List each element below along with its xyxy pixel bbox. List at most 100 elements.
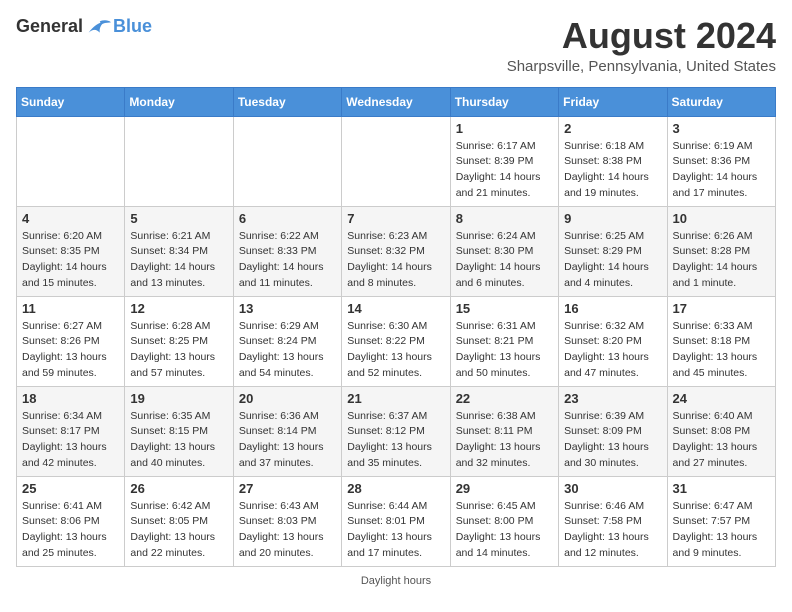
day-info: Sunrise: 6:23 AMSunset: 8:32 PMDaylight:…	[347, 229, 444, 292]
day-number: 31	[673, 481, 770, 496]
day-number: 5	[130, 211, 227, 226]
day-info: Sunrise: 6:18 AMSunset: 8:38 PMDaylight:…	[564, 139, 661, 202]
calendar-cell	[17, 116, 125, 206]
page-header: General Blue August 2024 Sharpsville, Pe…	[16, 16, 776, 75]
calendar-cell: 23 Sunrise: 6:39 AMSunset: 8:09 PMDayligh…	[559, 386, 667, 476]
day-info: Sunrise: 6:30 AMSunset: 8:22 PMDaylight:…	[347, 319, 444, 382]
calendar-cell: 22Sunrise: 6:38 AMSunset: 8:11 PMDayligh…	[450, 386, 558, 476]
day-number: 16	[564, 301, 661, 316]
calendar-cell: 17 Sunrise: 6:33 AMSunset: 8:18 PMDayligh…	[667, 296, 775, 386]
calendar-cell: 19Sunrise: 6:35 AMSunset: 8:15 PMDayligh…	[125, 386, 233, 476]
day-info: Sunrise: 6:17 AMSunset: 8:39 PMDaylight:…	[456, 139, 553, 202]
calendar-week-row: 1 Sunrise: 6:17 AMSunset: 8:39 PMDaylight…	[17, 116, 776, 206]
footer-text: Daylight hours	[361, 575, 431, 587]
calendar-cell: 30Sunrise: 6:46 AMSunset: 7:58 PMDayligh…	[559, 476, 667, 566]
day-info: Sunrise: 6:45 AMSunset: 8:00 PMDaylight:…	[456, 499, 553, 562]
calendar-cell: 29 Sunrise: 6:45 AMSunset: 8:00 PMDayligh…	[450, 476, 558, 566]
calendar-cell: 25Sunrise: 6:41 AMSunset: 8:06 PMDayligh…	[17, 476, 125, 566]
calendar-cell: 11Sunrise: 6:27 AMSunset: 8:26 PMDayligh…	[17, 296, 125, 386]
calendar-cell: 8 Sunrise: 6:24 AMSunset: 8:30 PMDaylight…	[450, 206, 558, 296]
day-info: Sunrise: 6:32 AMSunset: 8:20 PMDaylight:…	[564, 319, 661, 382]
footer: Daylight hours	[16, 575, 776, 587]
calendar-day-header: Wednesday	[342, 87, 450, 116]
day-number: 24	[673, 391, 770, 406]
calendar-day-header: Tuesday	[233, 87, 341, 116]
day-info: Sunrise: 6:44 AMSunset: 8:01 PMDaylight:…	[347, 499, 444, 562]
day-number: 23	[564, 391, 661, 406]
calendar-cell: 3Sunrise: 6:19 AMSunset: 8:36 PMDaylight…	[667, 116, 775, 206]
calendar-cell	[342, 116, 450, 206]
calendar-day-header: Saturday	[667, 87, 775, 116]
calendar-day-header: Sunday	[17, 87, 125, 116]
day-info: Sunrise: 6:40 AMSunset: 8:08 PMDaylight:…	[673, 409, 770, 472]
day-number: 21	[347, 391, 444, 406]
calendar-week-row: 11Sunrise: 6:27 AMSunset: 8:26 PMDayligh…	[17, 296, 776, 386]
day-number: 27	[239, 481, 336, 496]
day-number: 8	[456, 211, 553, 226]
day-number: 26	[130, 481, 227, 496]
day-info: Sunrise: 6:25 AMSunset: 8:29 PMDaylight:…	[564, 229, 661, 292]
calendar-cell: 16 Sunrise: 6:32 AMSunset: 8:20 PMDayligh…	[559, 296, 667, 386]
day-number: 29	[456, 481, 553, 496]
day-info: Sunrise: 6:28 AMSunset: 8:25 PMDaylight:…	[130, 319, 227, 382]
day-number: 2	[564, 121, 661, 136]
day-info: Sunrise: 6:47 AMSunset: 7:57 PMDaylight:…	[673, 499, 770, 562]
logo: General Blue	[16, 16, 152, 37]
day-info: Sunrise: 6:22 AMSunset: 8:33 PMDaylight:…	[239, 229, 336, 292]
day-info: Sunrise: 6:43 AMSunset: 8:03 PMDaylight:…	[239, 499, 336, 562]
location: Sharpsville, Pennsylvania, United States	[507, 58, 776, 75]
calendar-cell: 15Sunrise: 6:31 AMSunset: 8:21 PMDayligh…	[450, 296, 558, 386]
calendar-day-header: Monday	[125, 87, 233, 116]
day-info: Sunrise: 6:29 AMSunset: 8:24 PMDaylight:…	[239, 319, 336, 382]
day-number: 28	[347, 481, 444, 496]
day-number: 12	[130, 301, 227, 316]
title-section: August 2024 Sharpsville, Pennsylvania, U…	[507, 16, 776, 75]
day-info: Sunrise: 6:46 AMSunset: 7:58 PMDaylight:…	[564, 499, 661, 562]
logo-blue: Blue	[113, 16, 152, 37]
calendar-cell: 1 Sunrise: 6:17 AMSunset: 8:39 PMDaylight…	[450, 116, 558, 206]
day-number: 22	[456, 391, 553, 406]
calendar-cell: 5 Sunrise: 6:21 AMSunset: 8:34 PMDaylight…	[125, 206, 233, 296]
calendar-cell: 7 Sunrise: 6:23 AMSunset: 8:32 PMDaylight…	[342, 206, 450, 296]
calendar-cell: 20Sunrise: 6:36 AMSunset: 8:14 PMDayligh…	[233, 386, 341, 476]
calendar-cell: 9 Sunrise: 6:25 AMSunset: 8:29 PMDaylight…	[559, 206, 667, 296]
day-info: Sunrise: 6:42 AMSunset: 8:05 PMDaylight:…	[130, 499, 227, 562]
calendar-cell: 21Sunrise: 6:37 AMSunset: 8:12 PMDayligh…	[342, 386, 450, 476]
month-title: August 2024	[507, 16, 776, 56]
calendar-cell: 31 Sunrise: 6:47 AMSunset: 7:57 PMDayligh…	[667, 476, 775, 566]
calendar-week-row: 25Sunrise: 6:41 AMSunset: 8:06 PMDayligh…	[17, 476, 776, 566]
day-number: 13	[239, 301, 336, 316]
calendar-cell: 26 Sunrise: 6:42 AMSunset: 8:05 PMDayligh…	[125, 476, 233, 566]
calendar-cell: 12 Sunrise: 6:28 AMSunset: 8:25 PMDayligh…	[125, 296, 233, 386]
day-number: 17	[673, 301, 770, 316]
calendar-cell: 28 Sunrise: 6:44 AMSunset: 8:01 PMDayligh…	[342, 476, 450, 566]
day-info: Sunrise: 6:41 AMSunset: 8:06 PMDaylight:…	[22, 499, 119, 562]
calendar-day-header: Friday	[559, 87, 667, 116]
day-info: Sunrise: 6:21 AMSunset: 8:34 PMDaylight:…	[130, 229, 227, 292]
day-number: 1	[456, 121, 553, 136]
calendar-cell: 4Sunrise: 6:20 AMSunset: 8:35 PMDaylight…	[17, 206, 125, 296]
calendar-cell: 13 Sunrise: 6:29 AMSunset: 8:24 PMDayligh…	[233, 296, 341, 386]
calendar-cell	[233, 116, 341, 206]
logo-general: General	[16, 16, 83, 37]
day-info: Sunrise: 6:24 AMSunset: 8:30 PMDaylight:…	[456, 229, 553, 292]
day-number: 7	[347, 211, 444, 226]
calendar-cell: 2 Sunrise: 6:18 AMSunset: 8:38 PMDaylight…	[559, 116, 667, 206]
day-info: Sunrise: 6:35 AMSunset: 8:15 PMDaylight:…	[130, 409, 227, 472]
day-info: Sunrise: 6:33 AMSunset: 8:18 PMDaylight:…	[673, 319, 770, 382]
day-number: 14	[347, 301, 444, 316]
calendar-header-row: SundayMondayTuesdayWednesdayThursdayFrid…	[17, 87, 776, 116]
day-info: Sunrise: 6:39 AMSunset: 8:09 PMDaylight:…	[564, 409, 661, 472]
calendar-cell: 24 Sunrise: 6:40 AMSunset: 8:08 PMDayligh…	[667, 386, 775, 476]
day-info: Sunrise: 6:36 AMSunset: 8:14 PMDaylight:…	[239, 409, 336, 472]
calendar-week-row: 18Sunrise: 6:34 AMSunset: 8:17 PMDayligh…	[17, 386, 776, 476]
day-info: Sunrise: 6:19 AMSunset: 8:36 PMDaylight:…	[673, 139, 770, 202]
day-number: 10	[673, 211, 770, 226]
day-number: 15	[456, 301, 553, 316]
day-number: 9	[564, 211, 661, 226]
calendar-cell: 6Sunrise: 6:22 AMSunset: 8:33 PMDaylight…	[233, 206, 341, 296]
calendar-cell: 18Sunrise: 6:34 AMSunset: 8:17 PMDayligh…	[17, 386, 125, 476]
calendar-day-header: Thursday	[450, 87, 558, 116]
day-info: Sunrise: 6:20 AMSunset: 8:35 PMDaylight:…	[22, 229, 119, 292]
calendar-week-row: 4Sunrise: 6:20 AMSunset: 8:35 PMDaylight…	[17, 206, 776, 296]
